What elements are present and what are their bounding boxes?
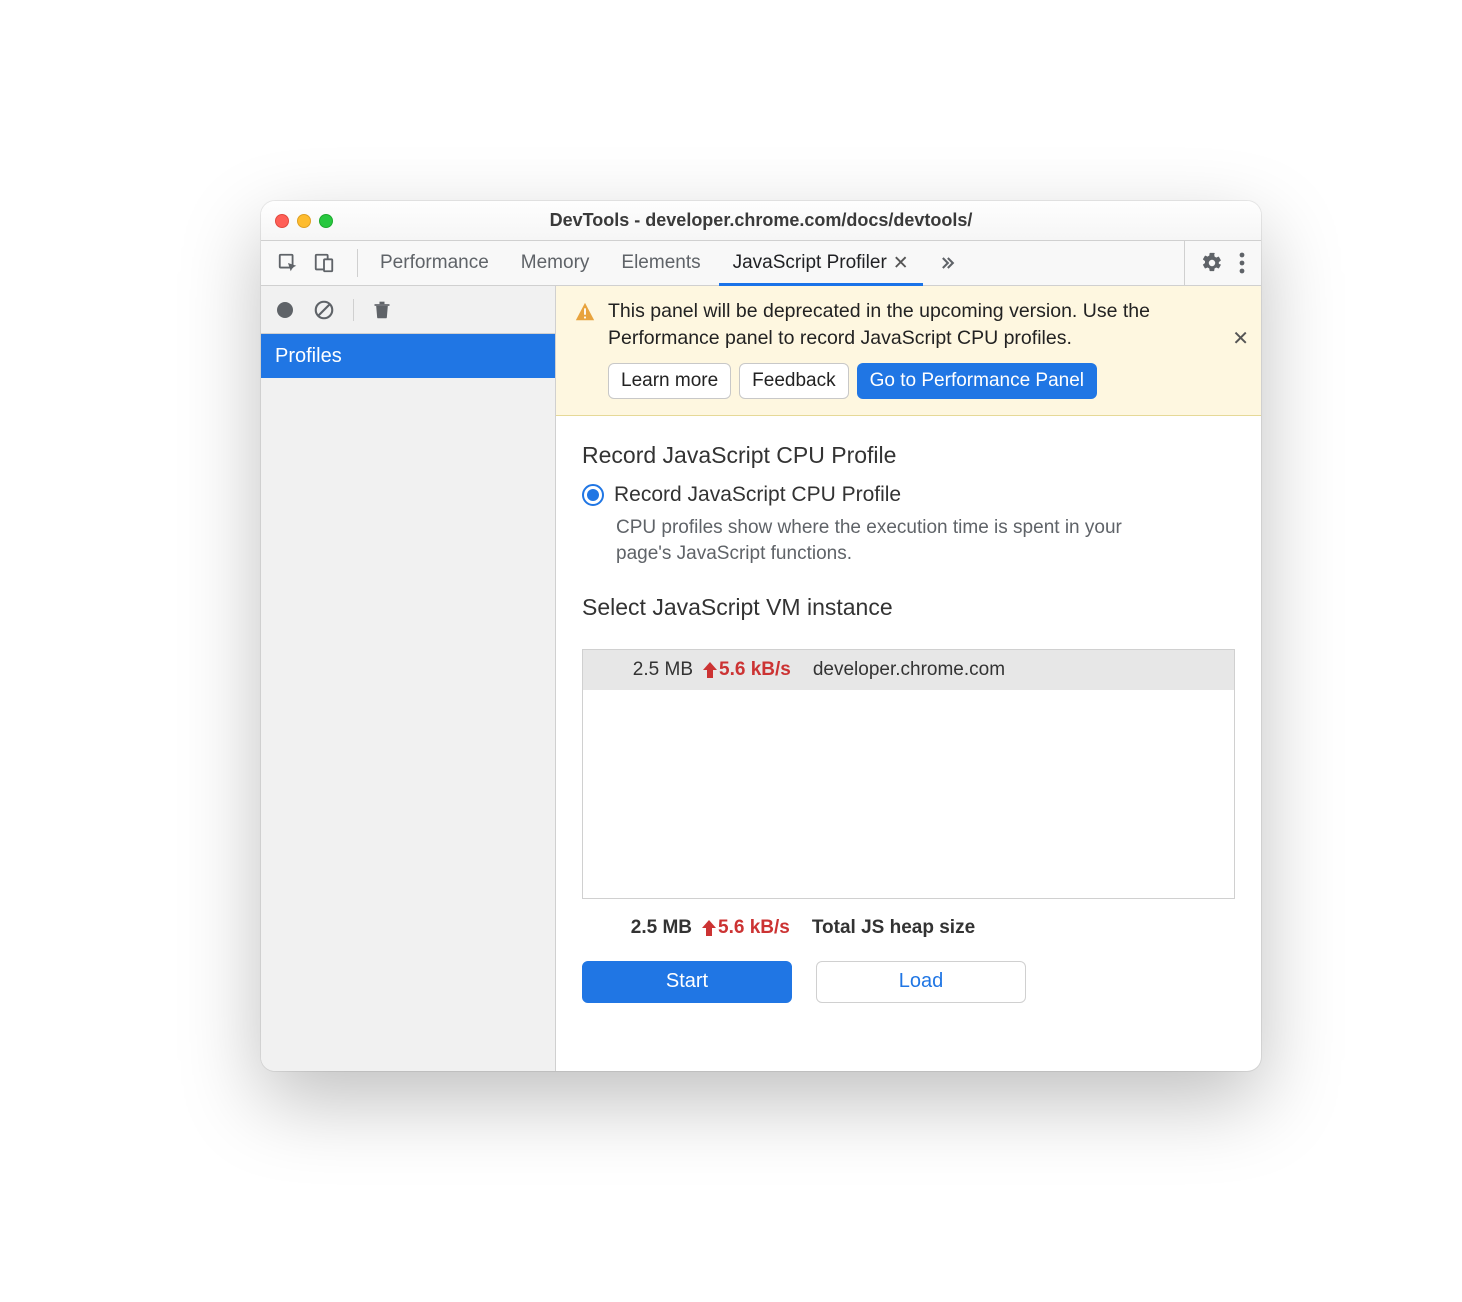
total-label: Total JS heap size bbox=[790, 917, 975, 939]
main-panel: This panel will be deprecated in the upc… bbox=[556, 286, 1261, 1071]
heading-vm: Select JavaScript VM instance bbox=[582, 594, 1235, 621]
arrow-up-icon bbox=[702, 920, 716, 936]
vm-instance-row[interactable]: 2.5 MB 5.6 kB/s developer.chrome.com bbox=[583, 650, 1234, 690]
feedback-button[interactable]: Feedback bbox=[739, 363, 848, 399]
vm-host: developer.chrome.com bbox=[791, 659, 1005, 681]
vm-rate: 5.6 kB/s bbox=[703, 659, 791, 681]
tab-label: Memory bbox=[521, 252, 590, 274]
sidebar-toolbar bbox=[261, 286, 555, 334]
arrow-up-icon bbox=[703, 662, 717, 678]
close-banner-icon[interactable]: ✕ bbox=[1232, 326, 1249, 351]
sidebar: Profiles bbox=[261, 286, 556, 1071]
tab-label: Elements bbox=[621, 252, 700, 274]
radio-label: Record JavaScript CPU Profile bbox=[614, 483, 901, 507]
close-window-button[interactable] bbox=[275, 214, 289, 228]
total-heap-row: 2.5 MB 5.6 kB/s Total JS heap size bbox=[582, 899, 1235, 939]
content: Record JavaScript CPU Profile Record Jav… bbox=[556, 416, 1261, 1071]
tab-performance[interactable]: Performance bbox=[364, 241, 505, 285]
tab-label: Performance bbox=[380, 252, 489, 274]
delete-icon[interactable] bbox=[372, 299, 392, 321]
devtools-window: DevTools - developer.chrome.com/docs/dev… bbox=[261, 201, 1261, 1071]
radio-icon bbox=[582, 484, 604, 506]
total-size: 2.5 MB bbox=[582, 917, 702, 939]
load-button[interactable]: Load bbox=[816, 961, 1026, 1003]
profile-type-description: CPU profiles show where the execution ti… bbox=[616, 515, 1176, 568]
kebab-menu-icon[interactable] bbox=[1239, 252, 1245, 274]
banner-text: This panel will be deprecated in the upc… bbox=[608, 298, 1213, 353]
titlebar: DevTools - developer.chrome.com/docs/dev… bbox=[261, 201, 1261, 241]
tab-javascript-profiler[interactable]: JavaScript Profiler ✕ bbox=[717, 241, 925, 285]
profile-type-option[interactable]: Record JavaScript CPU Profile bbox=[582, 483, 1235, 507]
more-tabs-button[interactable] bbox=[925, 241, 969, 285]
traffic-lights bbox=[275, 214, 333, 228]
go-to-performance-button[interactable]: Go to Performance Panel bbox=[857, 363, 1097, 399]
tab-memory[interactable]: Memory bbox=[505, 241, 606, 285]
deprecation-banner: This panel will be deprecated in the upc… bbox=[556, 286, 1261, 416]
minimize-window-button[interactable] bbox=[297, 214, 311, 228]
maximize-window-button[interactable] bbox=[319, 214, 333, 228]
window-title: DevTools - developer.chrome.com/docs/dev… bbox=[261, 210, 1261, 231]
tabs: Performance Memory Elements JavaScript P… bbox=[364, 241, 1184, 285]
clear-icon[interactable] bbox=[313, 299, 335, 321]
start-button[interactable]: Start bbox=[582, 961, 792, 1003]
record-icon[interactable] bbox=[275, 300, 295, 320]
heading-record: Record JavaScript CPU Profile bbox=[582, 442, 1235, 469]
device-toggle-icon[interactable] bbox=[313, 252, 335, 274]
tab-label: JavaScript Profiler bbox=[733, 252, 887, 274]
vm-instance-list: 2.5 MB 5.6 kB/s developer.chrome.com bbox=[582, 649, 1235, 899]
close-tab-icon[interactable]: ✕ bbox=[893, 252, 909, 275]
learn-more-button[interactable]: Learn more bbox=[608, 363, 731, 399]
warning-icon bbox=[574, 298, 596, 399]
settings-icon[interactable] bbox=[1201, 252, 1223, 274]
total-rate: 5.6 kB/s bbox=[702, 917, 790, 939]
toolbar: Performance Memory Elements JavaScript P… bbox=[261, 241, 1261, 286]
tab-elements[interactable]: Elements bbox=[605, 241, 716, 285]
inspect-icon[interactable] bbox=[277, 252, 299, 274]
sidebar-item-label: Profiles bbox=[275, 345, 342, 368]
vm-size: 2.5 MB bbox=[583, 659, 703, 681]
sidebar-item-profiles[interactable]: Profiles bbox=[261, 334, 555, 378]
